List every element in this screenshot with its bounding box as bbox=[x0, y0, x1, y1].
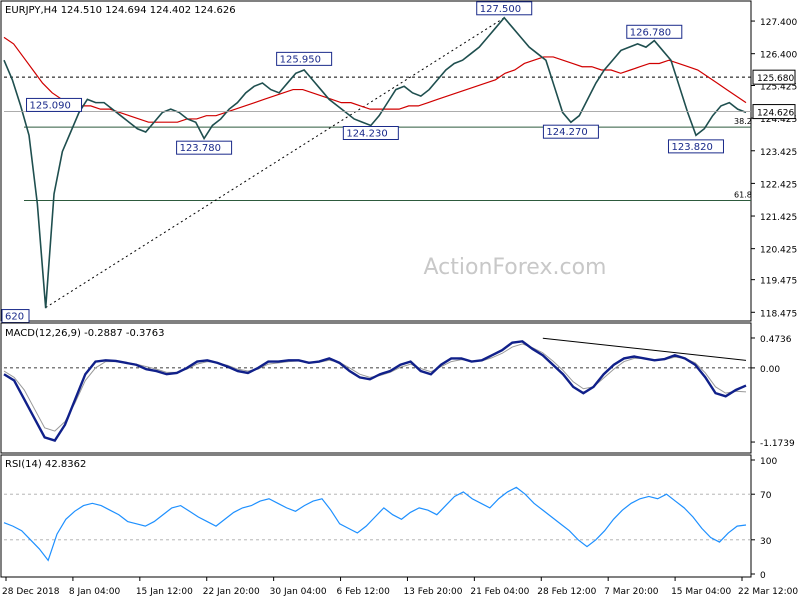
x-tick-label: 15 Jan 12:00 bbox=[136, 587, 193, 597]
swing-label: 124.270 bbox=[546, 127, 587, 138]
price-y-axis: 127.400126.400125.425124.425123.425122.4… bbox=[751, 18, 797, 319]
swing-label: 125.950 bbox=[280, 54, 321, 65]
price-panel-title: EURJPY,H4 124.510 124.694 124.402 124.62… bbox=[5, 5, 236, 16]
price-y-tick-label: 126.400 bbox=[760, 51, 797, 61]
rsi-y-axis: 100 70 30 0 bbox=[751, 457, 777, 581]
rsi-y-tick-label: 0 bbox=[760, 571, 766, 581]
macd-y-tick-label: 0.00 bbox=[760, 365, 780, 375]
macd-panel: MACD(12,26,9) -0.2887 -0.3763 0.4736 0.00… bbox=[0, 322, 795, 454]
time-axis: 28 Dec 2018 8 Jan 04:00 15 Jan 12:00 22 Jan… bbox=[2, 577, 798, 597]
swing-label: 123.820 bbox=[671, 142, 712, 153]
rsi-y-tick-label: 70 bbox=[760, 491, 772, 501]
eurjpy-h4-chart: ActionForex.com EURJPY,H4 124.510 124.69… bbox=[0, 0, 798, 597]
x-tick-label: 13 Feb 20:00 bbox=[403, 587, 462, 597]
price-y-tick-label: 119.475 bbox=[760, 277, 797, 287]
price-y-tick-label: 118.475 bbox=[760, 309, 797, 319]
macd-y-tick-label: -1.1739 bbox=[760, 439, 795, 449]
x-tick-label: 7 Mar 20:00 bbox=[604, 587, 659, 597]
swing-label: 123.780 bbox=[180, 143, 221, 154]
swing-label: 620 bbox=[5, 312, 24, 323]
swing-label: 126.780 bbox=[630, 27, 671, 38]
x-tick-label: 6 Feb 12:00 bbox=[337, 587, 391, 597]
x-tick-label: 28 Feb 12:00 bbox=[537, 587, 596, 597]
x-tick-label: 21 Feb 04:00 bbox=[470, 587, 529, 597]
rsi-panel: RSI(14) 42.8362 100 70 30 0 bbox=[0, 454, 777, 581]
rsi-y-tick-label: 100 bbox=[760, 457, 777, 467]
swing-label: 124.230 bbox=[346, 128, 387, 139]
swing-label: 127.500 bbox=[480, 4, 521, 15]
swing-label: 125.090 bbox=[30, 100, 71, 111]
x-tick-label: 8 Jan 04:00 bbox=[69, 587, 121, 597]
price-y-tick-label: 120.425 bbox=[760, 246, 797, 256]
rsi-y-tick-label: 30 bbox=[760, 537, 772, 547]
watermark: ActionForex.com bbox=[424, 255, 607, 280]
macd-panel-frame bbox=[0, 322, 752, 454]
x-tick-label: 22 Mar 12:00 bbox=[738, 587, 798, 597]
chart-window: ActionForex.com EURJPY,H4 124.510 124.69… bbox=[0, 0, 800, 600]
macd-y-axis: 0.4736 0.00 -1.1739 bbox=[751, 335, 795, 449]
level-label: 125.680 bbox=[757, 74, 794, 84]
price-y-tick-label: 123.425 bbox=[760, 148, 797, 158]
price-y-tick-label: 121.425 bbox=[760, 213, 797, 223]
macd-y-tick-label: 0.4736 bbox=[760, 335, 792, 345]
price-y-tick-label: 122.425 bbox=[760, 180, 797, 190]
fib-level-label: 38.2 bbox=[734, 117, 752, 126]
x-tick-label: 30 Jan 04:00 bbox=[270, 587, 327, 597]
fib-level-label: 61.8 bbox=[734, 191, 752, 200]
price-panel-frame bbox=[0, 0, 752, 322]
rsi-panel-title: RSI(14) 42.8362 bbox=[5, 459, 86, 470]
price-panel: ActionForex.com EURJPY,H4 124.510 124.69… bbox=[0, 0, 797, 324]
macd-panel-title: MACD(12,26,9) -0.2887 -0.3763 bbox=[5, 328, 165, 339]
x-tick-label: 22 Jan 20:00 bbox=[203, 587, 260, 597]
price-y-tick-label: 127.400 bbox=[760, 18, 797, 28]
current-price-label: 124.626 bbox=[757, 109, 794, 119]
x-tick-label: 15 Mar 04:00 bbox=[671, 587, 731, 597]
x-tick-label: 28 Dec 2018 bbox=[2, 587, 60, 597]
